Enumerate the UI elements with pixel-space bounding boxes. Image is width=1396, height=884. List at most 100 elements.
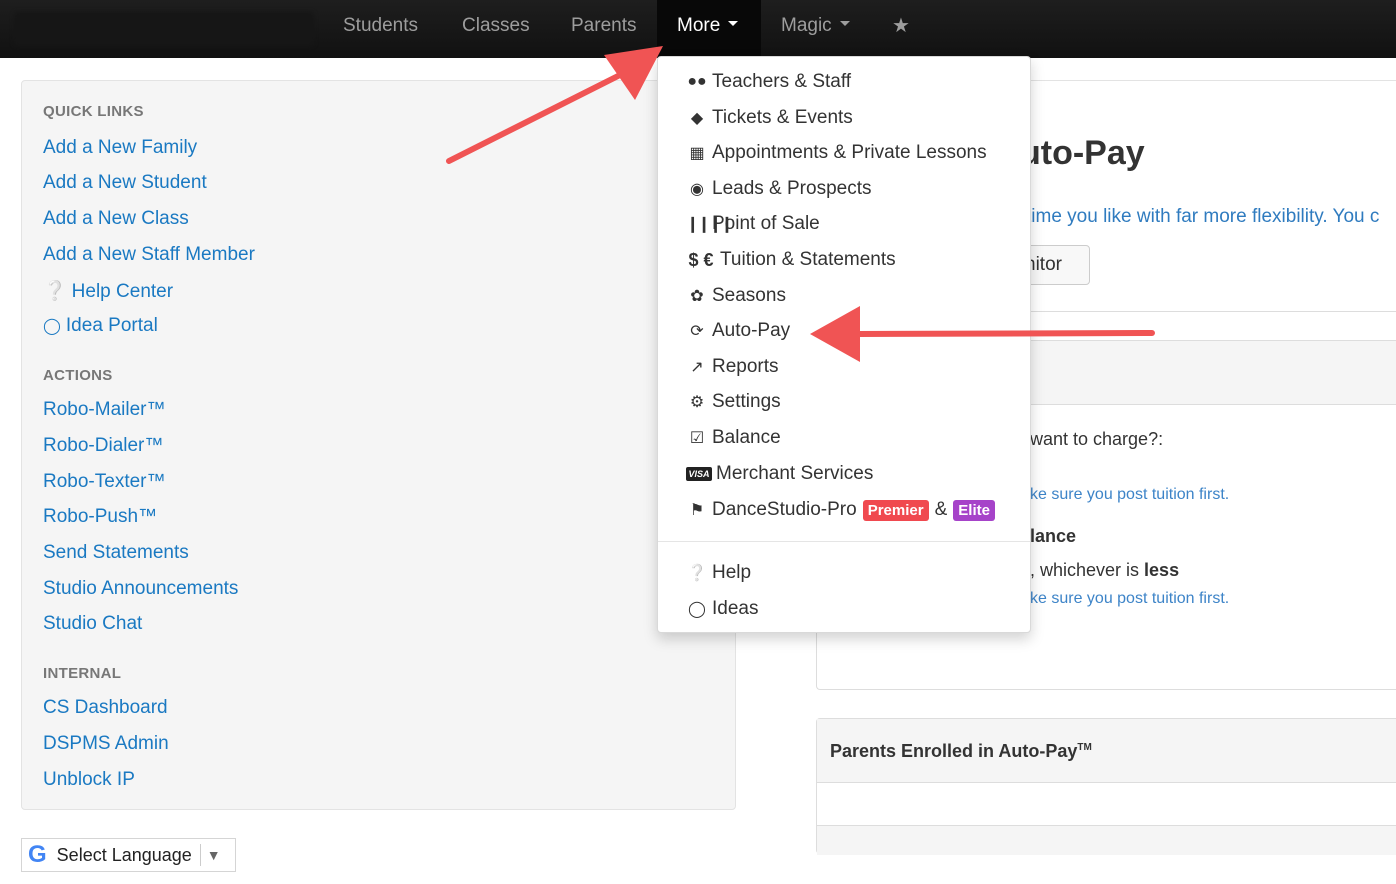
menu-ideas[interactable]: ◯ Ideas: [686, 596, 758, 622]
menu-merchant-services[interactable]: VISA Merchant Services: [686, 461, 873, 487]
question-circle-icon: ❔: [43, 281, 67, 302]
nav-more-label: More: [677, 15, 721, 36]
ampersand: &: [934, 499, 948, 520]
balance-option: lance: [1030, 526, 1077, 546]
robo-push-link[interactable]: Robo-Push™: [43, 506, 157, 528]
menu-balance[interactable]: ☑ Balance: [686, 425, 781, 451]
idea-portal-label: Idea Portal: [65, 315, 158, 336]
enrolled-heading: Parents Enrolled in Auto-PayTM: [830, 741, 1092, 762]
robo-dialer-link[interactable]: Robo-Dialer™: [43, 435, 163, 457]
menu-teachers-staff[interactable]: ●● Teachers & Staff: [686, 69, 851, 95]
lightbulb-icon: ◯: [43, 318, 61, 335]
nav-more[interactable]: More: [657, 0, 761, 56]
whichever-bold: less: [1144, 560, 1180, 580]
robo-mailer-link[interactable]: Robo-Mailer™: [43, 399, 165, 421]
menu-help[interactable]: ❔ Help: [686, 560, 751, 586]
menu-tickets-events-label: Tickets & Events: [712, 107, 853, 128]
nav-magic-label: Magic: [781, 15, 832, 36]
cs-dashboard-link[interactable]: CS Dashboard: [43, 697, 168, 719]
intro-text: time you like with far more flexibility.…: [1026, 206, 1380, 227]
charge-question: want to charge?:: [1030, 429, 1164, 449]
trademark: TM: [1077, 742, 1092, 753]
menu-tuition-statements[interactable]: $ € Tuition & Statements: [686, 247, 896, 273]
nav-classes[interactable]: Classes: [462, 0, 530, 56]
menu-leads-prospects-label: Leads & Prospects: [712, 178, 872, 199]
menu-settings-label: Settings: [712, 391, 781, 412]
menu-seasons[interactable]: ✿ Seasons: [686, 283, 786, 309]
question-circle-icon: ❔: [687, 565, 707, 582]
add-family-link[interactable]: Add a New Family: [43, 137, 197, 159]
menu-divider: [658, 541, 1030, 542]
gears-icon: ⚙: [689, 394, 705, 411]
menu-settings[interactable]: ⚙ Settings: [686, 389, 781, 415]
enrolled-heading-text: Parents Enrolled in Auto-Pay: [830, 741, 1078, 761]
caret-down-icon: ▼: [206, 847, 221, 863]
menu-appointments[interactable]: ▦ Appointments & Private Lessons: [686, 140, 987, 166]
send-statements-link[interactable]: Send Statements: [43, 542, 189, 564]
add-class-link[interactable]: Add a New Class: [43, 208, 189, 230]
flag-icon: ⚑: [689, 502, 705, 519]
enrolled-panel-footer: [817, 825, 1396, 855]
actions-heading: ACTIONS: [43, 367, 113, 384]
menu-seasons-label: Seasons: [712, 285, 786, 306]
menu-reports-label: Reports: [712, 356, 779, 377]
visa-icon: VISA: [686, 467, 712, 481]
studio-announcements-link[interactable]: Studio Announcements: [43, 578, 238, 600]
refresh-icon: ⟳: [690, 323, 704, 340]
nav-students[interactable]: Students: [343, 0, 418, 56]
premier-badge: Premier: [862, 499, 929, 521]
menu-tickets-events[interactable]: ◆ Tickets & Events: [686, 105, 853, 131]
calendar-icon: ▦: [689, 145, 705, 162]
nav-magic[interactable]: Magic: [781, 0, 850, 56]
menu-appointments-label: Appointments & Private Lessons: [712, 142, 987, 163]
line-chart-icon: ↗: [690, 359, 704, 376]
language-selector[interactable]: G Select Language ▼: [21, 838, 236, 872]
menu-ideas-label: Ideas: [712, 598, 759, 619]
dspms-admin-link[interactable]: DSPMS Admin: [43, 733, 169, 755]
menu-auto-pay[interactable]: ⟳ Auto-Pay: [686, 318, 790, 344]
menu-point-of-sale-label: Point of Sale: [712, 213, 820, 234]
chevron-down-icon: [728, 21, 739, 27]
menu-teachers-staff-label: Teachers & Staff: [712, 71, 852, 92]
top-navbar: Students Classes Parents More Magic ★: [0, 0, 1396, 58]
studio-chat-link[interactable]: Studio Chat: [43, 613, 142, 635]
menu-tuition-statements-label: Tuition & Statements: [720, 249, 896, 270]
more-dropdown-menu: ●● Teachers & Staff ◆ Tickets & Events ▦ Ap…: [657, 56, 1031, 633]
dollar-euro-icon: $ €: [688, 249, 714, 270]
lightbulb-icon: ◯: [688, 601, 706, 618]
menu-reports[interactable]: ↗ Reports: [686, 354, 779, 380]
help-center-link[interactable]: ❔ Help Center: [43, 279, 173, 303]
chevron-down-icon: [839, 21, 850, 27]
unblock-ip-link[interactable]: Unblock IP: [43, 769, 135, 791]
robo-texter-link[interactable]: Robo-Texter™: [43, 471, 166, 493]
tuition-note-1: ke sure you post tuition first.: [1030, 486, 1230, 503]
whichever-text: , whichever is: [1030, 560, 1145, 580]
elite-badge: Elite: [953, 499, 995, 521]
nav-parents[interactable]: Parents: [571, 0, 636, 56]
google-logo-icon: G: [28, 841, 47, 868]
tuition-note-2: ke sure you post tuition first.: [1030, 590, 1230, 607]
quick-links-panel: QUICK LINKS Add a New Family Add a New S…: [21, 80, 736, 810]
add-student-link[interactable]: Add a New Student: [43, 172, 207, 194]
enrolled-panel: Parents Enrolled in Auto-PayTM: [816, 718, 1396, 855]
idea-portal-link[interactable]: ◯ Idea Portal: [43, 315, 158, 337]
ticket-icon: ◆: [690, 110, 704, 127]
star-icon[interactable]: ★: [892, 0, 910, 56]
leaf-icon: ✿: [690, 288, 704, 305]
divider: [199, 844, 201, 866]
quick-links-heading: QUICK LINKS: [43, 103, 144, 120]
menu-auto-pay-label: Auto-Pay: [712, 320, 791, 341]
map-marker-icon: ◉: [690, 181, 704, 198]
brand-logo[interactable]: [14, 12, 314, 46]
internal-heading: INTERNAL: [43, 665, 122, 682]
whichever-option: , whichever is less: [1030, 560, 1179, 581]
menu-dancestudio-pro-label: DanceStudio-Pro: [712, 499, 857, 520]
menu-leads-prospects[interactable]: ◉ Leads & Prospects: [686, 176, 871, 202]
menu-help-label: Help: [712, 562, 752, 583]
barcode-icon: ❙❙❙❙: [686, 216, 734, 233]
menu-point-of-sale[interactable]: ❙❙❙❙ Point of Sale: [686, 211, 820, 237]
menu-balance-label: Balance: [712, 427, 781, 448]
menu-dancestudio-pro[interactable]: ⚑ DanceStudio-Pro Premier & Elite: [686, 497, 1001, 523]
language-label: Select Language: [56, 844, 192, 865]
add-staff-link[interactable]: Add a New Staff Member: [43, 244, 255, 266]
